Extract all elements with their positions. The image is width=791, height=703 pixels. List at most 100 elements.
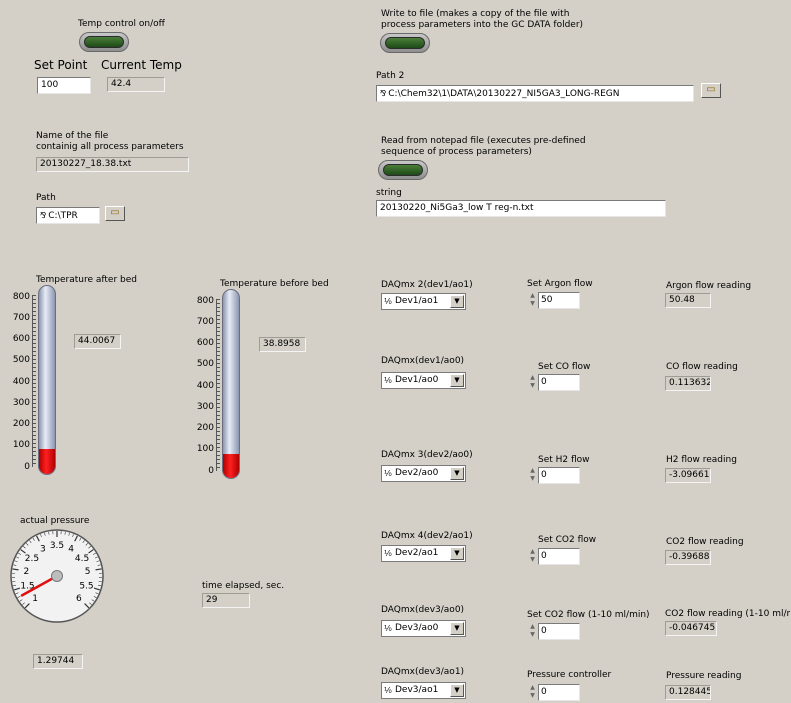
scale-tick: 200 (12, 419, 30, 429)
channel-icon: ⅟₀ (384, 469, 392, 478)
toggle-knob (84, 36, 124, 48)
flow-reading-value: -0.046745 (665, 621, 717, 636)
set-flow-label: Set CO2 flow (1-10 ml/min) (527, 610, 650, 620)
daq-label: DAQmx(dev3/ao1) (381, 667, 465, 677)
set-point-input[interactable]: 100 (37, 77, 91, 94)
daq-channel-select[interactable]: ⅟₀ Dev2/ao0 ▼ (381, 465, 466, 482)
daq-label: DAQmx 2(dev1/ao1) (381, 280, 473, 290)
temp-control-label: Temp control on/off (78, 19, 165, 29)
daq-channel-value: Dev2/ao0 (395, 468, 439, 478)
daq-label: DAQmx 4(dev2/ao1) (381, 531, 473, 541)
path2-label: Path 2 (376, 71, 405, 81)
read-notepad-toggle[interactable] (378, 160, 428, 180)
increment-decrement-icon[interactable]: ▲ ▼ (528, 623, 537, 640)
dropdown-arrow-icon[interactable]: ▼ (450, 295, 464, 308)
increment-decrement-icon[interactable]: ▲ ▼ (528, 292, 537, 309)
time-elapsed-label: time elapsed, sec. (202, 581, 285, 591)
flow-reading-value: 0.128445 (665, 685, 711, 700)
flow-reading-label: CO2 flow reading (666, 537, 744, 547)
increment-decrement-icon[interactable]: ▲ ▼ (528, 467, 537, 484)
scale-tick: 300 (196, 402, 214, 412)
increment-decrement-icon[interactable]: ▲ ▼ (528, 684, 537, 701)
set-flow-input[interactable]: 0 (538, 467, 580, 484)
flow-reading-label: H2 flow reading (666, 455, 737, 465)
dropdown-arrow-icon[interactable]: ▼ (450, 467, 464, 480)
scale-tick: 500 (196, 359, 214, 369)
gauge-tick-label: 5 (85, 567, 91, 577)
set-flow-label: Set CO flow (538, 362, 591, 372)
temp-control-toggle[interactable] (79, 32, 129, 52)
current-temp-label: Current Temp (101, 58, 182, 72)
path-label: Path (36, 193, 56, 203)
scale-tick: 100 (12, 440, 30, 450)
set-flow-label: Set H2 flow (538, 455, 590, 465)
scale-tick: 600 (196, 338, 214, 348)
daq-channel-select[interactable]: ⅟₀ Dev3/ao0 ▼ (381, 620, 466, 637)
scale-tick: 300 (12, 398, 30, 408)
gauge-tick-label: 1 (32, 594, 38, 604)
flow-reading-label: Argon flow reading (666, 281, 752, 291)
channel-icon: ⅟₀ (384, 686, 392, 695)
daq-channel-select[interactable]: ⅟₀ Dev2/ao1 ▼ (381, 545, 466, 562)
set-flow-label: Set Argon flow (527, 279, 593, 289)
daq-channel-select[interactable]: ⅟₀ Dev1/ao1 ▼ (381, 293, 466, 310)
flow-reading-value: -3.09661 (665, 468, 711, 483)
pressure-value: 1.29744 (33, 654, 83, 669)
set-flow-input[interactable]: 50 (538, 292, 580, 309)
set-flow-input[interactable]: 0 (538, 684, 580, 701)
therm-before-level (223, 453, 239, 478)
flow-reading-label: CO2 flow reading (1-10 ml/min) (665, 609, 790, 619)
channel-icon: ⅟₀ (384, 376, 392, 385)
gauge-tick-label: 6 (76, 594, 82, 604)
therm-after-scale: 800 700 600 500 400 300 200 100 0 (0, 285, 60, 480)
scale-tick: 700 (12, 313, 30, 323)
daq-channel-select[interactable]: ⅟₀ Dev1/ao0 ▼ (381, 372, 466, 389)
flow-reading-value: -0.396886 (665, 550, 711, 565)
channel-icon: ⅟₀ (384, 297, 392, 306)
set-flow-label: Set CO2 flow (538, 535, 597, 545)
read-notepad-label: Read from notepad file (executes pre-def… (381, 136, 586, 157)
scale-tick: 400 (12, 377, 30, 387)
daq-channel-select[interactable]: ⅟₀ Dev3/ao1 ▼ (381, 682, 466, 699)
therm-after-level (39, 448, 55, 474)
gauge-tick-label: 3.5 (50, 541, 64, 551)
time-elapsed-value: 29 (202, 593, 250, 608)
path2-input[interactable]: ⅋ C:\Chem32\1\DATA\20130227_NI5GA3_LONG-R… (376, 85, 694, 102)
dropdown-arrow-icon[interactable]: ▼ (450, 547, 464, 560)
folder-browse-icon[interactable]: ▭ (105, 206, 125, 221)
scale-tick: 400 (196, 381, 214, 391)
therm-before-scale: 800 700 600 500 400 300 200 100 0 (184, 289, 244, 484)
dropdown-arrow-icon[interactable]: ▼ (450, 684, 464, 697)
therm-after-value: 44.0067 (74, 334, 121, 349)
dropdown-arrow-icon[interactable]: ▼ (450, 622, 464, 635)
gauge-tick-label: 4.5 (75, 554, 89, 564)
write-to-file-toggle[interactable] (380, 33, 430, 53)
increment-decrement-icon[interactable]: ▲ ▼ (528, 548, 537, 565)
scale-tick: 800 (196, 296, 214, 306)
therm-before-value: 38.8958 (259, 337, 306, 352)
set-flow-input[interactable]: 0 (538, 548, 580, 565)
set-flow-input[interactable]: 0 (538, 374, 580, 391)
string-input[interactable]: 20130220_Ni5Ga3_low T reg-n.txt (376, 200, 666, 217)
gauge-tick-label: 2.5 (25, 554, 39, 564)
flow-reading-value: 0.113632 (665, 376, 711, 391)
daq-channel-value: Dev3/ao1 (395, 685, 439, 695)
file-name-value: 20130227_18.38.txt (36, 157, 189, 172)
dropdown-arrow-icon[interactable]: ▼ (450, 374, 464, 387)
gauge-tick-label: 2 (24, 567, 30, 577)
set-flow-input[interactable]: 0 (538, 623, 580, 640)
scale-tick: 200 (196, 423, 214, 433)
path-input[interactable]: ⅋ C:\TPR (36, 207, 100, 224)
daq-channel-value: Dev1/ao0 (395, 375, 439, 385)
daq-channel-value: Dev3/ao0 (395, 623, 439, 633)
scale-tick: 800 (12, 292, 30, 302)
channel-icon: ⅟₀ (384, 624, 392, 633)
daq-channel-value: Dev1/ao1 (395, 296, 439, 306)
therm-before-tube (222, 289, 240, 479)
folder-browse-icon[interactable]: ▭ (701, 83, 721, 98)
daq-channel-value: Dev2/ao1 (395, 548, 439, 558)
gauge-tick-label: 4 (68, 544, 74, 554)
scale-minor-ticks (216, 299, 220, 471)
increment-decrement-icon[interactable]: ▲ ▼ (528, 374, 537, 391)
gauge-tick-label: 3 (40, 544, 46, 554)
